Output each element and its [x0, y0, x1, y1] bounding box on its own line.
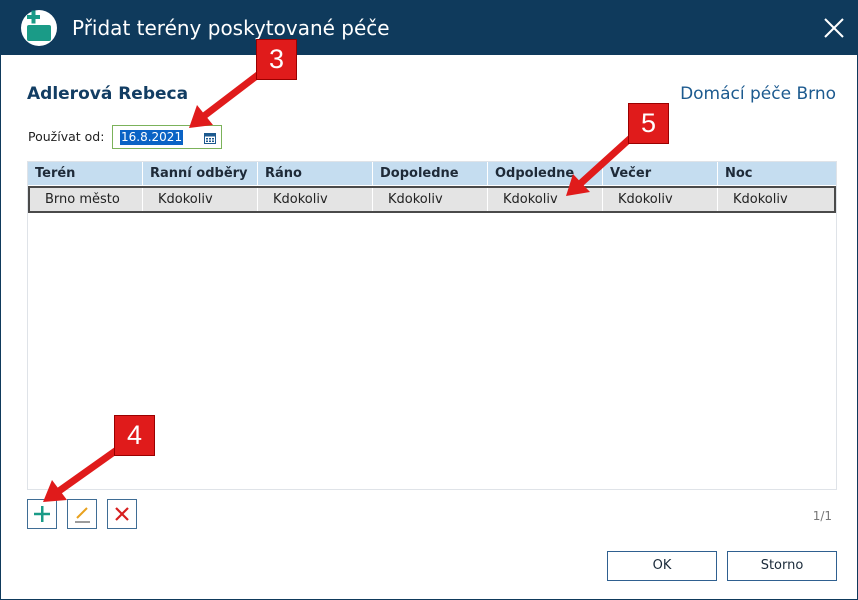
- grid-header: Terén Ranní odběry Ráno Dopoledne Odpole…: [28, 162, 836, 185]
- window-title: Přidat terény poskytované péče: [72, 16, 390, 40]
- calendar-button[interactable]: [203, 130, 217, 144]
- date-label: Používat od:: [28, 129, 105, 144]
- provider-name: Domácí péče Brno: [680, 84, 836, 104]
- pencil-icon: [75, 507, 90, 523]
- cell-odpoledne[interactable]: Kdokoliv: [488, 188, 603, 211]
- column-header-odpoledne[interactable]: Odpoledne: [488, 162, 603, 185]
- title-bar: Přidat terény poskytované péče: [1, 1, 857, 55]
- app-logo-icon: [21, 10, 57, 46]
- dialog-window: Přidat terény poskytované péče Adlerová …: [0, 0, 858, 600]
- column-header-noc[interactable]: Noc: [718, 162, 836, 185]
- arrow-to-date-field: [189, 67, 267, 128]
- callout-5: 5: [628, 103, 669, 144]
- column-header-vecer[interactable]: Večer: [603, 162, 718, 185]
- cell-teren[interactable]: Brno město: [30, 188, 143, 211]
- column-header-dopoledne[interactable]: Dopoledne: [373, 162, 488, 185]
- date-input[interactable]: 16.8.2021: [112, 125, 222, 149]
- page-counter: 1/1: [812, 509, 832, 523]
- cell-dopoledne[interactable]: Kdokoliv: [373, 188, 488, 211]
- table-row[interactable]: Brno město Kdokoliv Kdokoliv Kdokoliv Kd…: [28, 186, 836, 213]
- cell-rano[interactable]: Kdokoliv: [258, 188, 373, 211]
- column-header-ranni-odbery[interactable]: Ranní odběry: [143, 162, 258, 185]
- calendar-icon: [204, 133, 216, 144]
- x-icon: [115, 507, 129, 521]
- date-value: 16.8.2021: [120, 130, 184, 145]
- edit-button[interactable]: [67, 499, 97, 529]
- patient-name: Adlerová Rebeca: [27, 84, 189, 104]
- cancel-button[interactable]: Storno: [727, 551, 837, 581]
- plus-icon: [34, 506, 50, 522]
- close-button[interactable]: [819, 13, 849, 43]
- column-header-teren[interactable]: Terén: [28, 162, 143, 185]
- delete-button[interactable]: [107, 499, 137, 529]
- column-header-rano[interactable]: Ráno: [258, 162, 373, 185]
- ok-button[interactable]: OK: [607, 551, 717, 581]
- callout-3: 3: [256, 39, 297, 80]
- cell-ranni-odbery[interactable]: Kdokoliv: [143, 188, 258, 211]
- cell-vecer[interactable]: Kdokoliv: [603, 188, 718, 211]
- add-button[interactable]: [27, 499, 57, 529]
- cell-noc[interactable]: Kdokoliv: [718, 188, 834, 211]
- callout-4: 4: [114, 415, 155, 456]
- close-icon: [824, 18, 844, 38]
